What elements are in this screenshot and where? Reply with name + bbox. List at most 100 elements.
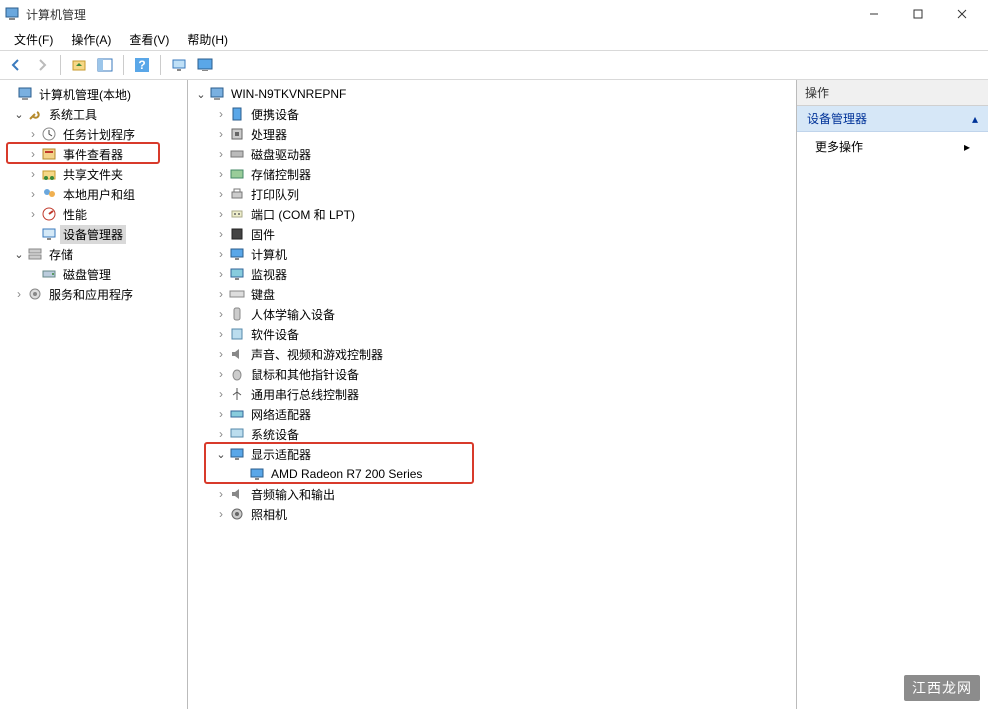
- up-button[interactable]: [67, 53, 91, 77]
- expander-icon[interactable]: [214, 347, 228, 361]
- cat-processors[interactable]: 处理器: [190, 124, 794, 144]
- expander-icon[interactable]: [214, 287, 228, 301]
- actions-more[interactable]: 更多操作 ▸: [797, 132, 988, 161]
- close-button[interactable]: [940, 0, 984, 28]
- minimize-button[interactable]: [852, 0, 896, 28]
- cat-hid[interactable]: 人体学输入设备: [190, 304, 794, 324]
- cat-audio-io[interactable]: 音频输入和输出: [190, 484, 794, 504]
- forward-button[interactable]: [30, 53, 54, 77]
- tools-icon: [27, 106, 43, 122]
- expander-icon[interactable]: [12, 108, 26, 121]
- menu-action[interactable]: 操作(A): [63, 29, 119, 50]
- title-bar: 计算机管理: [0, 0, 988, 28]
- menu-help[interactable]: 帮助(H): [179, 29, 236, 50]
- left-shared-folders[interactable]: 共享文件夹: [2, 164, 185, 184]
- cat-sound[interactable]: 声音、视频和游戏控制器: [190, 344, 794, 364]
- device-tree-pane[interactable]: WIN-N9TKVNREPNF 便携设备 处理器 磁盘驱动器 存储控制器 打印队…: [188, 80, 797, 709]
- expander-icon[interactable]: [214, 507, 228, 521]
- cat-system-devices[interactable]: 系统设备: [190, 424, 794, 444]
- printer-icon: [229, 186, 245, 202]
- expander-icon[interactable]: [214, 367, 228, 381]
- cat-cameras[interactable]: 照相机: [190, 504, 794, 524]
- cat-storage-controllers[interactable]: 存储控制器: [190, 164, 794, 184]
- node-label: 固件: [248, 225, 278, 244]
- computer-mgmt-icon: [17, 86, 33, 102]
- cat-computers[interactable]: 计算机: [190, 244, 794, 264]
- left-performance[interactable]: 性能: [2, 204, 185, 224]
- expander-icon[interactable]: [214, 227, 228, 241]
- menu-bar: 文件(F) 操作(A) 查看(V) 帮助(H): [0, 28, 988, 50]
- left-storage[interactable]: 存储: [2, 244, 185, 264]
- actions-header: 操作: [797, 80, 988, 106]
- expander-icon[interactable]: [214, 427, 228, 441]
- expander-icon[interactable]: [12, 287, 26, 301]
- cat-network-adapters[interactable]: 网络适配器: [190, 404, 794, 424]
- node-label: 事件查看器: [60, 145, 126, 164]
- expander-icon[interactable]: [214, 407, 228, 421]
- show-hide-tree-button[interactable]: [93, 53, 117, 77]
- cat-ports[interactable]: 端口 (COM 和 LPT): [190, 204, 794, 224]
- monitor-icon-button[interactable]: [193, 53, 217, 77]
- expander-icon[interactable]: [214, 207, 228, 221]
- expander-icon[interactable]: [214, 187, 228, 201]
- expander-icon[interactable]: [214, 307, 228, 321]
- device-root[interactable]: WIN-N9TKVNREPNF: [190, 84, 794, 104]
- watermark: 江西龙网: [904, 675, 980, 701]
- node-label: 端口 (COM 和 LPT): [248, 205, 358, 224]
- cat-display-adapters[interactable]: 显示适配器: [190, 444, 794, 464]
- expander-icon[interactable]: [214, 167, 228, 181]
- actions-more-label: 更多操作: [815, 138, 863, 155]
- expander-icon[interactable]: [214, 247, 228, 261]
- cat-mice[interactable]: 鼠标和其他指针设备: [190, 364, 794, 384]
- back-button[interactable]: [4, 53, 28, 77]
- expander-icon[interactable]: [214, 267, 228, 281]
- device-display-child[interactable]: AMD Radeon R7 200 Series: [190, 464, 794, 484]
- expander-icon[interactable]: [12, 248, 26, 261]
- left-tree-pane[interactable]: 计算机管理(本地) 系统工具 任务计划程序 事件查看器 共享文件夹 本地用户和组: [0, 80, 188, 709]
- expander-icon[interactable]: [214, 448, 228, 461]
- expander-icon[interactable]: [26, 147, 40, 161]
- expander-icon[interactable]: [214, 107, 228, 121]
- left-event-viewer[interactable]: 事件查看器: [2, 144, 185, 164]
- disk-mgmt-icon: [41, 266, 57, 282]
- maximize-button[interactable]: [896, 0, 940, 28]
- cat-usb[interactable]: 通用串行总线控制器: [190, 384, 794, 404]
- expander-icon[interactable]: [214, 327, 228, 341]
- left-task-scheduler[interactable]: 任务计划程序: [2, 124, 185, 144]
- node-label: 性能: [60, 205, 90, 224]
- expander-icon[interactable]: [214, 387, 228, 401]
- camera-icon: [229, 506, 245, 522]
- cat-portable[interactable]: 便携设备: [190, 104, 794, 124]
- cat-keyboards[interactable]: 键盘: [190, 284, 794, 304]
- left-local-users[interactable]: 本地用户和组: [2, 184, 185, 204]
- expander-icon[interactable]: [26, 127, 40, 141]
- devices-icon-button[interactable]: [167, 53, 191, 77]
- clock-icon: [41, 126, 57, 142]
- cat-software-devices[interactable]: 软件设备: [190, 324, 794, 344]
- expander-icon[interactable]: [194, 88, 208, 101]
- cat-print-queues[interactable]: 打印队列: [190, 184, 794, 204]
- menu-view[interactable]: 查看(V): [121, 29, 177, 50]
- help-button[interactable]: ?: [130, 53, 154, 77]
- cat-monitors[interactable]: 监视器: [190, 264, 794, 284]
- left-services-apps[interactable]: 服务和应用程序: [2, 284, 185, 304]
- node-label: WIN-N9TKVNREPNF: [228, 86, 349, 102]
- actions-section-device-manager[interactable]: 设备管理器 ▴: [797, 106, 988, 132]
- left-root[interactable]: 计算机管理(本地): [2, 84, 185, 104]
- left-sys-tools[interactable]: 系统工具: [2, 104, 185, 124]
- expander-icon[interactable]: [26, 167, 40, 181]
- storage-ctrl-icon: [229, 166, 245, 182]
- menu-file[interactable]: 文件(F): [6, 29, 61, 50]
- left-disk-management[interactable]: 磁盘管理: [2, 264, 185, 284]
- expander-icon[interactable]: [214, 487, 228, 501]
- expander-icon[interactable]: [26, 207, 40, 221]
- expander-icon[interactable]: [214, 147, 228, 161]
- expander-icon[interactable]: [214, 127, 228, 141]
- node-label: AMD Radeon R7 200 Series: [268, 466, 425, 482]
- cat-disk-drives[interactable]: 磁盘驱动器: [190, 144, 794, 164]
- svg-text:?: ?: [138, 58, 145, 72]
- left-device-manager[interactable]: 设备管理器: [2, 224, 185, 244]
- expander-icon[interactable]: [26, 187, 40, 201]
- cat-firmware[interactable]: 固件: [190, 224, 794, 244]
- node-label: 软件设备: [248, 325, 302, 344]
